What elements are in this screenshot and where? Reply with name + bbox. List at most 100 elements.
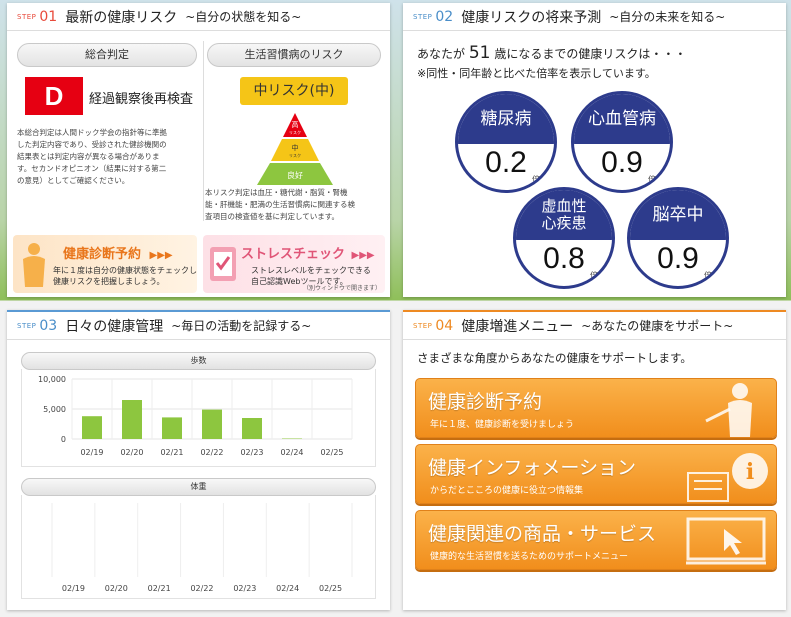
panel-header: STEP 03 日々の健康管理 ~毎日の活動を記録する~ — [7, 312, 390, 340]
new-window-note: （別ウィンドウで開きます） — [302, 285, 381, 292]
x-tick-label: 02/25 — [320, 448, 343, 457]
steps-bar[interactable] — [122, 400, 142, 439]
grade-badge: D — [25, 77, 83, 115]
risk-unit: 倍 — [590, 271, 598, 280]
health-promotion-panel: STEP 04 健康増進メニュー ~あなたの健康をサポート~ さまざまな角度から… — [403, 310, 786, 610]
step-tag: STEP — [17, 321, 37, 330]
x-tick-label: 02/23 — [233, 584, 256, 593]
menu-subtitle: 健康的な生活習慣を送るためのサポートメニュー — [430, 552, 629, 562]
y-tick-label: 10,000 — [38, 375, 66, 384]
banner-title: ストレスチェック ▶▶▶ — [241, 247, 375, 262]
panel-title: 日々の健康管理 — [65, 318, 164, 335]
panel-header: STEP 02 健康リスクの将来予測 ~自分の未来を知る~ — [403, 3, 786, 31]
info-icon: i — [687, 453, 768, 502]
menu-title: 健康診断予約 — [428, 391, 543, 413]
step-tag: STEP — [17, 12, 37, 21]
panel-subtitle: ~自分の状態を知る~ — [185, 10, 302, 24]
panel-title: 最新の健康リスク — [65, 9, 178, 26]
future-risk-forecast-panel: STEP 02 健康リスクの将来予測 ~自分の未来を知る~ あなたが 51 歳に… — [403, 3, 786, 297]
risk-name: 虚血性 心疾患 — [516, 190, 612, 240]
clipboard-check-icon — [210, 247, 236, 281]
panel-title: 健康増進メニュー — [461, 318, 574, 335]
banner-text: 年に１度は自分の健康状態をチェックし 健康リスクを把握しましょう。 — [53, 266, 197, 286]
step-number: 03 — [39, 317, 58, 334]
arrow-icon: ▶▶▶ — [351, 250, 375, 261]
svg-text:リスク: リスク — [289, 152, 301, 158]
checkup-reservation-banner[interactable]: 健康診断予約 ▶▶▶ 年に１度は自分の健康状態をチェックし 健康リスクを把握しま… — [13, 235, 197, 293]
health-products-services-button[interactable]: 健康関連の商品・サービス 健康的な生活習慣を送るためのサポートメニュー — [415, 510, 777, 570]
forecast-note: ※同性・同年齢と比べた倍率を表示しています。 — [417, 67, 656, 80]
x-tick-label: 02/22 — [190, 584, 213, 593]
svg-text:リスク: リスク — [289, 129, 301, 135]
x-tick-label: 02/21 — [148, 584, 171, 593]
weight-chart-box: 02/19 02/20 02/21 02/22 02/23 02/24 02/25 — [21, 495, 376, 599]
risk-bubble-ischemic-heart: 虚血性 心疾患 0.8 倍 — [513, 187, 615, 289]
x-tick-label: 02/23 — [240, 448, 263, 457]
x-tick-label: 02/19 — [80, 448, 103, 457]
overall-judgment-label: 総合判定 — [17, 43, 197, 67]
panel-header: STEP 04 健康増進メニュー ~あなたの健康をサポート~ — [403, 312, 786, 340]
risk-note: 本リスク判定は血圧・糖代謝・脂質・腎機 能・肝機能・肥満の生活習慣病に関連する検… — [205, 188, 355, 221]
panel-header: STEP 01 最新の健康リスク ~自分の状態を知る~ — [7, 3, 390, 31]
x-tick-label: 02/20 — [105, 584, 128, 593]
steps-chart-title: 歩数 — [21, 352, 376, 370]
forecast-statement: あなたが 51 歳になるまでの健康リスクは・・・ — [417, 43, 687, 63]
steps-bar[interactable] — [82, 416, 102, 439]
risk-name: 脳卒中 — [630, 190, 726, 240]
x-tick-label: 02/21 — [160, 448, 183, 457]
monitor-cursor-icon — [686, 517, 766, 565]
y-tick-label: 5,000 — [43, 405, 66, 414]
panel-subtitle: ~あなたの健康をサポート~ — [581, 319, 734, 333]
risk-unit: 倍 — [532, 175, 540, 184]
lifestyle-risk-label: 生活習慣病のリスク — [207, 43, 381, 67]
weight-chart-title: 体重 — [21, 478, 376, 496]
step-tag: STEP — [413, 12, 433, 21]
steps-chart[interactable]: 10,000 5,000 0 02/19 02/20 02/21 02/22 02/23 02/… — [22, 369, 375, 465]
x-tick-label: 02/20 — [120, 448, 143, 457]
risk-level-badge: 中リスク(中) — [240, 77, 348, 105]
daily-health-panel: STEP 03 日々の健康管理 ~毎日の活動を記録する~ 歩数 10,000 5,… — [7, 310, 390, 610]
person-icon — [23, 243, 45, 287]
step-tag: STEP — [413, 321, 433, 330]
x-tick-label: 02/25 — [319, 584, 342, 593]
menu-subtitle: 年に１度、健康診断を受けましょう — [430, 420, 575, 430]
x-tick-label: 02/24 — [276, 584, 299, 593]
weight-chart[interactable]: 02/19 02/20 02/21 02/22 02/23 02/24 02/25 — [22, 495, 375, 597]
svg-text:i: i — [746, 459, 754, 485]
risk-pyramid-icon: 高 リスク 中 リスク 良好 — [257, 113, 333, 185]
steps-bar[interactable] — [242, 418, 262, 439]
x-tick-label: 02/24 — [280, 448, 303, 457]
risk-name: 心血管病 — [574, 94, 670, 144]
overall-note: 本総合判定は人間ドック学会の指針等に準拠 した判定内容であり、受診された健診機関… — [17, 128, 167, 185]
menu-title: 健康インフォメーション — [428, 457, 637, 479]
svg-text:高: 高 — [292, 120, 299, 129]
risk-unit: 倍 — [648, 175, 656, 184]
risk-bubble-diabetes: 糖尿病 0.2 倍 — [455, 91, 557, 193]
banner-title: 健康診断予約 ▶▶▶ — [63, 247, 173, 262]
latest-health-risk-panel: STEP 01 最新の健康リスク ~自分の状態を知る~ 総合判定 生活習慣病のリ… — [7, 3, 390, 297]
x-tick-label: 02/22 — [200, 448, 223, 457]
checkup-reservation-button[interactable]: 健康診断予約 年に１度、健康診断を受けましょう — [415, 378, 777, 438]
stress-check-banner[interactable]: ストレスチェック ▶▶▶ ストレスレベルをチェックできる 自己認識Webツールで… — [203, 235, 385, 293]
steps-bar[interactable] — [202, 409, 222, 439]
svg-text:中: 中 — [292, 143, 299, 152]
svg-text:良好: 良好 — [287, 170, 303, 180]
panel-subtitle: ~毎日の活動を記録する~ — [171, 319, 312, 333]
health-information-button[interactable]: 健康インフォメーション からだとこころの健康に役立つ情報集 i — [415, 444, 777, 504]
menu-intro: さまざまな角度からあなたの健康をサポートします。 — [417, 351, 692, 365]
risk-unit: 倍 — [704, 271, 712, 280]
risk-name: 糖尿病 — [458, 94, 554, 144]
arrow-icon: ▶▶▶ — [149, 250, 173, 261]
risk-bubble-stroke: 脳卒中 0.9 倍 — [627, 187, 729, 289]
panel-subtitle: ~自分の未来を知る~ — [609, 10, 726, 24]
steps-bar[interactable] — [162, 417, 182, 439]
presenter-icon — [705, 383, 752, 437]
grade-text: 経過観察後再検査 — [89, 92, 194, 107]
steps-chart-box: 10,000 5,000 0 02/19 02/20 02/21 02/22 02/23 02/… — [21, 369, 376, 467]
step-number: 04 — [435, 317, 454, 334]
x-tick-label: 02/19 — [62, 584, 85, 593]
step-number: 01 — [39, 8, 58, 25]
divider — [203, 41, 204, 221]
age-value: 51 — [468, 43, 491, 63]
step-number: 02 — [435, 8, 454, 25]
